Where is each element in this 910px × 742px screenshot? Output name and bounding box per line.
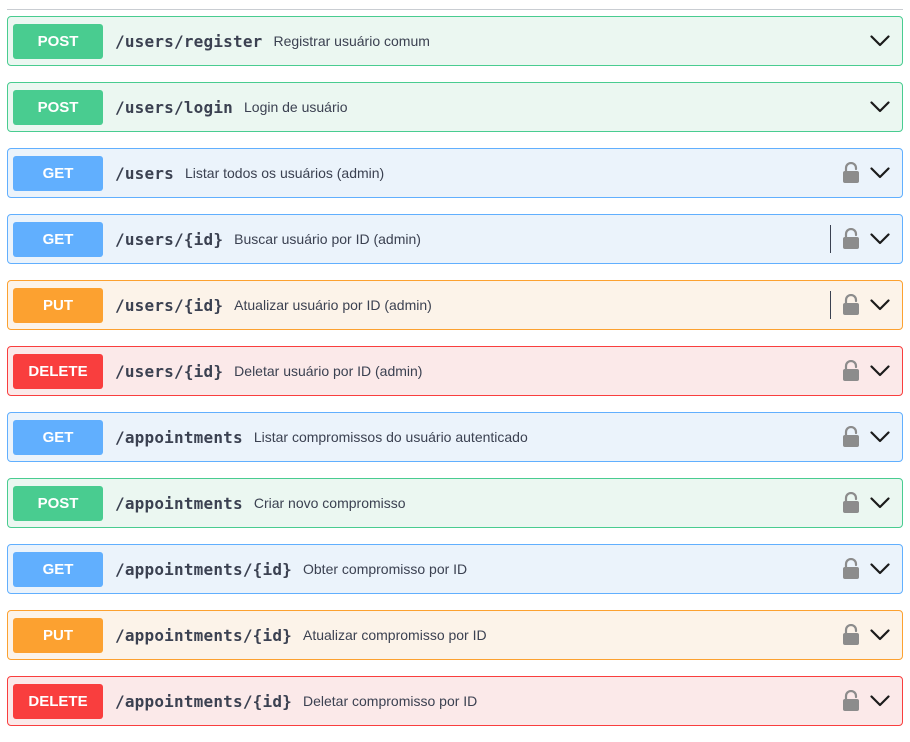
operation-controls <box>842 677 890 725</box>
unlocked-padlock-icon[interactable] <box>842 294 860 316</box>
operation-summary: Listar todos os usuários (admin) <box>185 165 385 181</box>
operation-controls <box>842 149 890 197</box>
operation-controls <box>870 17 890 65</box>
operation-controls <box>842 479 890 527</box>
operation-path: /appointments/{id} <box>115 559 292 579</box>
method-badge: GET <box>13 551 103 587</box>
unlocked-padlock-icon[interactable] <box>842 360 860 382</box>
method-badge: POST <box>13 89 103 125</box>
operation-controls <box>842 545 890 593</box>
operation-row-post[interactable]: POST /users/login Login de usuário <box>7 82 903 132</box>
operation-path: /users/register <box>115 31 263 51</box>
chevron-down-icon[interactable] <box>870 431 890 443</box>
chevron-down-icon[interactable] <box>870 233 890 245</box>
operation-row-get[interactable]: GET /appointments/{id} Obter compromisso… <box>7 544 903 594</box>
unlocked-padlock-icon[interactable] <box>842 426 860 448</box>
operation-path: /appointments/{id} <box>115 625 292 645</box>
operation-row-delete[interactable]: DELETE /users/{id} Deletar usuário por I… <box>7 346 903 396</box>
operation-summary: Atualizar compromisso por ID <box>303 627 487 643</box>
unlocked-padlock-icon[interactable] <box>842 492 860 514</box>
operation-summary: Login de usuário <box>244 99 348 115</box>
operation-summary: Atualizar usuário por ID (admin) <box>234 297 432 313</box>
operation-row-post[interactable]: POST /appointments Criar novo compromiss… <box>7 478 903 528</box>
operation-path: /users/{id} <box>115 295 224 315</box>
operation-controls <box>842 347 890 395</box>
controls-separator <box>830 291 831 319</box>
operation-summary: Criar novo compromisso <box>253 495 406 511</box>
operation-summary: Deletar usuário por ID (admin) <box>234 363 423 379</box>
operation-summary: Listar compromissos do usuário autentica… <box>253 429 528 445</box>
unlocked-padlock-icon[interactable] <box>842 690 860 712</box>
method-badge: GET <box>13 221 103 257</box>
unlocked-padlock-icon[interactable] <box>842 624 860 646</box>
method-badge: DELETE <box>13 353 103 389</box>
chevron-down-icon[interactable] <box>870 365 890 377</box>
operation-row-get[interactable]: GET /users/{id} Buscar usuário por ID (a… <box>7 214 903 264</box>
operation-controls <box>870 83 890 131</box>
operation-controls <box>842 611 890 659</box>
method-badge: DELETE <box>13 683 103 719</box>
chevron-down-icon[interactable] <box>870 167 890 179</box>
operations-list: POST /users/register Registrar usuário c… <box>7 16 903 742</box>
operation-controls <box>842 413 890 461</box>
chevron-down-icon[interactable] <box>870 35 890 47</box>
unlocked-padlock-icon[interactable] <box>842 228 860 250</box>
operation-summary: Obter compromisso por ID <box>303 561 468 577</box>
method-badge: GET <box>13 155 103 191</box>
unlocked-padlock-icon[interactable] <box>842 558 860 580</box>
operation-row-get[interactable]: GET /appointments Listar compromissos do… <box>7 412 903 462</box>
chevron-down-icon[interactable] <box>870 299 890 311</box>
chevron-down-icon[interactable] <box>870 629 890 641</box>
operation-controls <box>830 215 890 263</box>
operation-path: /appointments <box>115 493 243 513</box>
method-badge: PUT <box>13 617 103 653</box>
operation-path: /appointments <box>115 427 243 447</box>
operation-path: /appointments/{id} <box>115 691 292 711</box>
operation-summary: Buscar usuário por ID (admin) <box>234 231 421 247</box>
chevron-down-icon[interactable] <box>870 563 890 575</box>
chevron-down-icon[interactable] <box>870 695 890 707</box>
chevron-down-icon[interactable] <box>870 497 890 509</box>
operation-summary: Registrar usuário comum <box>273 33 430 49</box>
operation-path: /users <box>115 163 174 183</box>
top-divider <box>7 9 903 10</box>
method-badge: PUT <box>13 287 103 323</box>
method-badge: POST <box>13 23 103 59</box>
method-badge: POST <box>13 485 103 521</box>
operation-summary: Deletar compromisso por ID <box>303 693 478 709</box>
operation-row-post[interactable]: POST /users/register Registrar usuário c… <box>7 16 903 66</box>
chevron-down-icon[interactable] <box>870 101 890 113</box>
operation-controls <box>830 281 890 329</box>
operation-row-get[interactable]: GET /users Listar todos os usuários (adm… <box>7 148 903 198</box>
operation-path: /users/{id} <box>115 229 224 249</box>
operation-row-delete[interactable]: DELETE /appointments/{id} Deletar compro… <box>7 676 903 726</box>
operation-path: /users/{id} <box>115 361 224 381</box>
unlocked-padlock-icon[interactable] <box>842 162 860 184</box>
controls-separator <box>830 225 831 253</box>
operation-row-put[interactable]: PUT /users/{id} Atualizar usuário por ID… <box>7 280 903 330</box>
operation-row-put[interactable]: PUT /appointments/{id} Atualizar comprom… <box>7 610 903 660</box>
method-badge: GET <box>13 419 103 455</box>
operation-path: /users/login <box>115 97 233 117</box>
